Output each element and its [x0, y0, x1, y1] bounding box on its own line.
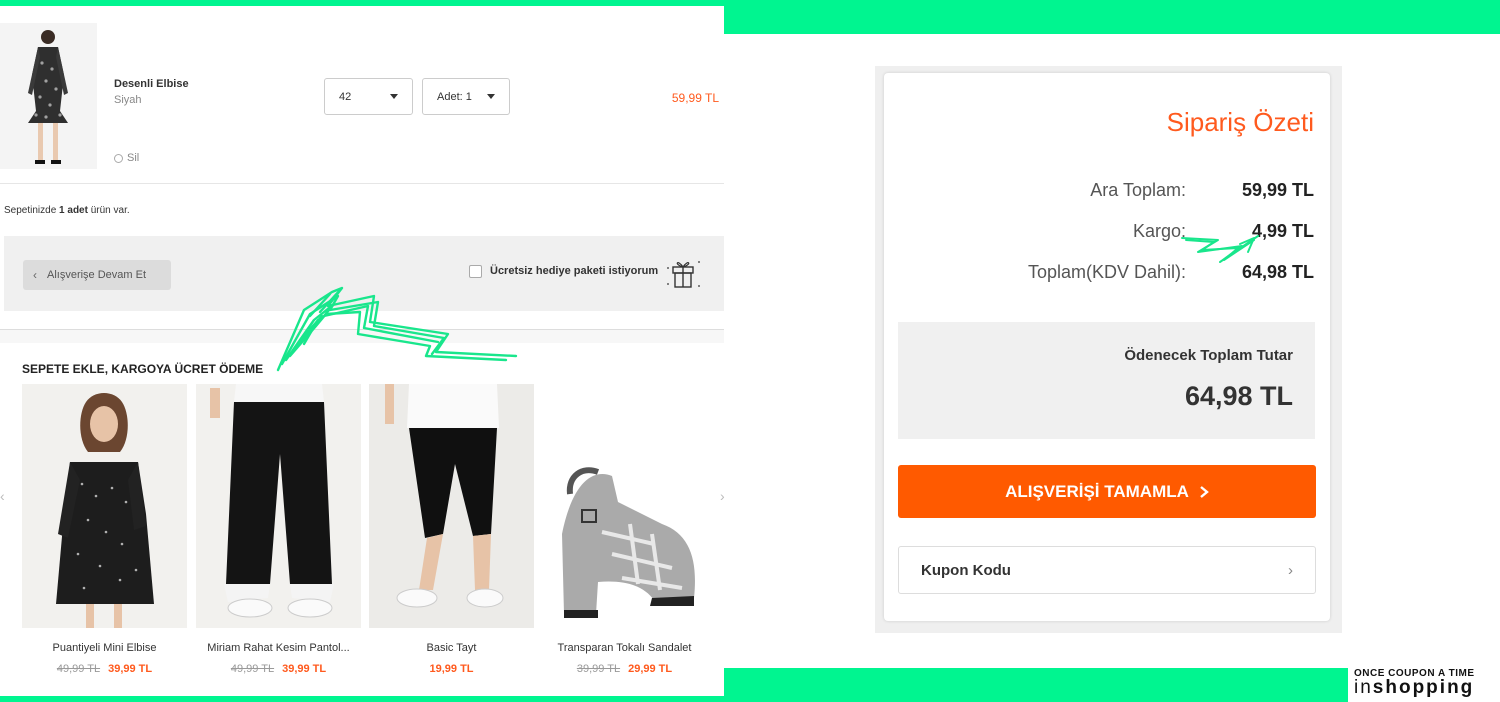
count-value: 1 adet — [59, 205, 88, 216]
chevron-down-icon — [390, 94, 398, 99]
frame-bottom-right — [724, 668, 1348, 702]
brand-name-light: in — [1354, 677, 1373, 698]
size-value: 42 — [339, 90, 352, 103]
shipping-row: Kargo: 4,99 TL — [884, 221, 1330, 243]
brand-name: inshopping — [1354, 677, 1494, 698]
remove-icon — [114, 153, 123, 163]
count-prefix: Sepetinizde — [4, 205, 60, 216]
order-summary: Sipariş Özeti Ara Toplam: 59,99 TL Kargo… — [884, 73, 1330, 621]
cart-item: Desenli Elbise Siyah Sil 42 Adet: 1 59,9… — [0, 6, 724, 184]
summary-title: Sipariş Özeti — [1166, 107, 1314, 137]
old-price: 49,99 TL — [230, 663, 275, 675]
chevron-right-icon — [1200, 485, 1209, 498]
product-thumbnail[interactable] — [0, 23, 97, 169]
product-prices: 39,99 TL 29,99 TL — [542, 663, 707, 675]
chevron-down-icon — [487, 94, 495, 99]
recommendation-card[interactable]: Basic Tayt 19,99 TL — [369, 384, 534, 684]
product-prices: 19,99 TL — [369, 663, 534, 675]
cart-panel: Desenli Elbise Siyah Sil 42 Adet: 1 59,9… — [0, 6, 724, 696]
shipping-value: 4,99 TL — [1251, 221, 1314, 241]
quantity-value: Adet: 1 — [437, 90, 472, 103]
recommendations-title: SEPETE EKLE, KARGOYA ÜCRET ÖDEME — [22, 362, 264, 376]
product-name[interactable]: Desenli Elbise — [114, 78, 189, 90]
sale-price: 39,99 TL — [108, 663, 153, 675]
remove-label: Sil — [127, 152, 140, 164]
brand-name-bold: shopping — [1372, 677, 1475, 698]
product-prices: 49,99 TL 39,99 TL — [22, 663, 187, 675]
total-label: Toplam(KDV Dahil): — [1027, 262, 1186, 282]
quantity-select[interactable]: Adet: 1 — [422, 78, 510, 115]
basket-count: Sepetinizde 1 adet ürün var. — [4, 205, 130, 216]
frame-top-right — [724, 0, 1500, 34]
shipping-label: Kargo: — [1132, 221, 1186, 241]
product-prices: 49,99 TL 39,99 TL — [196, 663, 361, 675]
remove-button[interactable]: Sil — [114, 152, 139, 164]
recommendation-card[interactable]: Transparan Tokalı Sandalet 39,99 TL 29,99… — [542, 384, 707, 684]
chevron-right-icon: › — [1288, 561, 1293, 579]
product-image[interactable] — [542, 384, 707, 628]
product-name[interactable]: Transparan Tokalı Sandalet — [542, 642, 707, 654]
product-name[interactable]: Puantiyeli Mini Elbise — [22, 642, 187, 654]
carousel-next-icon[interactable]: › — [720, 488, 728, 504]
page: Desenli Elbise Siyah Sil 42 Adet: 1 59,9… — [0, 0, 1500, 702]
carousel-prev-icon[interactable]: ‹ — [0, 488, 8, 504]
frame-bottom-left — [0, 696, 724, 702]
coupon-label: Kupon Kodu — [921, 561, 1011, 579]
product-image[interactable] — [369, 384, 534, 628]
product-name[interactable]: Miriam Rahat Kesim Pantol... — [196, 642, 361, 654]
total-row: Toplam(KDV Dahil): 64,98 TL — [884, 262, 1330, 284]
count-suffix: ürün var. — [87, 205, 130, 216]
recommendation-card[interactable]: Puantiyeli Mini Elbise 49,99 TL 39,99 TL — [22, 384, 187, 684]
gift-icon — [667, 261, 700, 288]
brand-logo: ONCE COUPON A TIME inshopping — [1354, 668, 1494, 702]
subtotal-label: Ara Toplam: — [1090, 180, 1186, 200]
payable-box: Ödenecek Toplam Tutar 64,98 TL — [898, 322, 1315, 439]
recommendation-card[interactable]: Miriam Rahat Kesim Pantol... 49,99 TL 39,… — [196, 384, 361, 684]
size-select[interactable]: 42 — [324, 78, 413, 115]
coupon-button[interactable]: Kupon Kodu › — [898, 546, 1316, 594]
subtotal-row: Ara Toplam: 59,99 TL — [884, 180, 1330, 202]
checkout-label: ALIŞVERİŞİ TAMAMLA — [1005, 481, 1189, 501]
sale-price: 39,99 TL — [282, 663, 327, 675]
sale-price: 29,99 TL — [628, 663, 673, 675]
payable-value: 64,98 TL — [1184, 381, 1293, 411]
scribble-arrow-icon — [276, 286, 518, 372]
chevron-left-icon: ‹ — [33, 268, 37, 282]
sale-price: 19,99 TL — [429, 663, 474, 675]
payable-label: Ödenecek Toplam Tutar — [1124, 347, 1293, 364]
scribble-arrow-icon — [1181, 235, 1259, 263]
old-price: 39,99 TL — [576, 663, 621, 675]
product-name[interactable]: Basic Tayt — [369, 642, 534, 654]
subtotal-value: 59,99 TL — [1241, 180, 1314, 200]
product-image[interactable] — [22, 384, 187, 628]
product-image[interactable] — [196, 384, 361, 628]
continue-shopping-button[interactable]: ‹ Alışverişe Devam Et — [23, 260, 171, 290]
old-price: 49,99 TL — [56, 663, 101, 675]
checkout-button[interactable]: ALIŞVERİŞİ TAMAMLA — [898, 465, 1316, 518]
item-price: 59,99 TL — [671, 91, 719, 105]
continue-shopping-label: Alışverişe Devam Et — [47, 269, 147, 281]
product-color: Siyah — [114, 94, 142, 106]
